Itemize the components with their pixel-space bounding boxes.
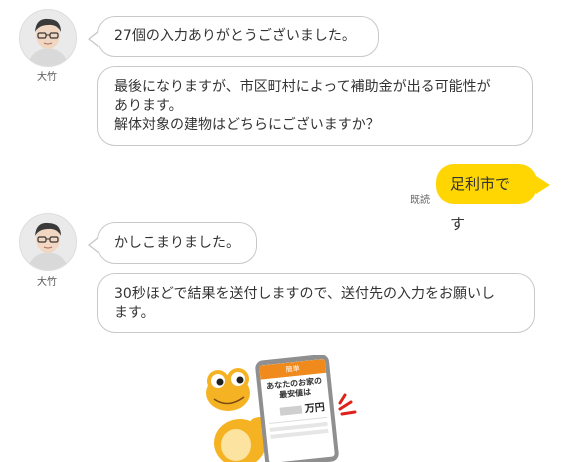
agent-message-text: 最後になりますが、市区町村によって補助金が出る可能性が あります。 解体対象の建… bbox=[114, 79, 491, 133]
agent-portrait-icon bbox=[20, 10, 76, 66]
agent-message: かしこまりました。 bbox=[88, 222, 257, 264]
agent-message: 30秒ほどで結果を送付しますので、送付先の入力をお願いし ます。 bbox=[97, 273, 535, 333]
agent-message-text: 30秒ほどで結果を送付しますので、送付先の入力をお願いし ます。 bbox=[114, 286, 495, 321]
agent-name: 大竹 bbox=[37, 72, 57, 83]
user-message: 足利市です bbox=[436, 164, 550, 233]
agent-message: 27個の入力ありがとうございました。 bbox=[88, 16, 379, 57]
agent-portrait-icon bbox=[20, 214, 76, 270]
promo-illustration: 簡単 あなたのお家の 最安値は 万円 bbox=[198, 355, 368, 462]
agent-message-text: かしこまりました。 bbox=[114, 235, 240, 251]
read-status: 既読 bbox=[410, 195, 430, 206]
agent-avatar bbox=[19, 9, 77, 67]
agent-message: 最後になりますが、市区町村によって補助金が出る可能性が あります。 解体対象の建… bbox=[97, 66, 533, 146]
agent-message-text: 27個の入力ありがとうございました。 bbox=[114, 28, 356, 44]
phone-card: 簡単 あなたのお家の 最安値は 万円 bbox=[254, 355, 340, 462]
agent-name: 大竹 bbox=[37, 277, 57, 288]
user-message-text: 足利市です bbox=[450, 175, 511, 233]
agent-avatar bbox=[19, 213, 77, 271]
alert-marks-icon bbox=[338, 393, 357, 416]
